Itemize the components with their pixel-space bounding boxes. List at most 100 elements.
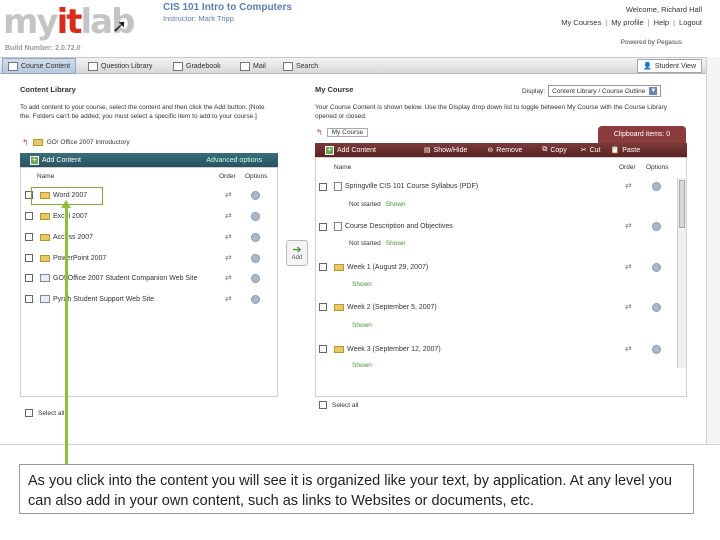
reorder-icon[interactable]: ⇄ — [225, 190, 232, 199]
options-icon[interactable] — [652, 222, 661, 231]
row-checkbox[interactable] — [319, 345, 327, 353]
options-icon[interactable] — [652, 182, 661, 191]
library-select-all[interactable]: Select all — [25, 409, 64, 417]
row-checkbox[interactable] — [25, 254, 33, 262]
tab-course-content[interactable]: Course Content — [2, 58, 77, 74]
select-all-checkbox[interactable] — [319, 401, 327, 409]
options-icon[interactable] — [251, 191, 260, 200]
reorder-icon[interactable]: ⇄ — [225, 253, 232, 262]
show-hide-button[interactable]: ▤ Show/Hide — [424, 146, 468, 155]
remove-button[interactable]: ⊖ Remove — [487, 146, 522, 155]
my-courses-link[interactable]: My Courses — [561, 18, 601, 27]
my-course-title: My Course — [315, 85, 354, 94]
row-checkbox[interactable] — [319, 182, 327, 191]
tab-mail[interactable]: Mail — [240, 61, 266, 72]
list-item[interactable]: Pyrah Student Support Web Site — [25, 295, 154, 303]
caption-box: As you click into the content you will s… — [19, 464, 694, 514]
list-item[interactable]: Course Description and Objectives — [319, 222, 453, 231]
row-checkbox[interactable] — [25, 233, 33, 241]
course-breadcrumb[interactable]: ↰ My Course — [316, 128, 369, 137]
page-scrollbar[interactable] — [706, 57, 720, 444]
library-add-content-button[interactable]: + Add Content — [30, 155, 81, 165]
advanced-options-link[interactable]: Advanced options — [206, 157, 262, 164]
options-icon[interactable] — [251, 212, 260, 221]
cut-button[interactable]: ✂ Cut — [581, 146, 601, 155]
breadcrumb-label: My Course — [326, 128, 369, 137]
document-icon — [334, 222, 342, 231]
folder-icon — [40, 254, 50, 262]
tab-gradebook[interactable]: Gradebook — [173, 61, 221, 72]
course-add-content-button[interactable]: + Add Content — [325, 145, 376, 155]
copy-button[interactable]: ⧉ Copy — [542, 146, 566, 154]
reorder-icon[interactable]: ⇄ — [225, 294, 232, 303]
my-profile-link[interactable]: My profile — [611, 18, 644, 27]
status-shown[interactable]: Shown — [352, 281, 372, 288]
reorder-icon[interactable]: ⇄ — [625, 302, 632, 311]
add-label: Add — [291, 255, 303, 261]
select-all-checkbox[interactable] — [25, 409, 33, 417]
add-content-label: Add Content — [337, 146, 376, 154]
list-item[interactable]: Week 3 (September 12, 2007) — [319, 345, 441, 353]
logout-link[interactable]: Logout — [679, 18, 702, 27]
list-item[interactable]: Access 2007 — [25, 233, 93, 241]
list-item[interactable]: GO! Office 2007 Student Companion Web Si… — [25, 274, 198, 282]
reorder-icon[interactable]: ⇄ — [625, 181, 632, 190]
item-label: GO! Office 2007 Student Companion Web Si… — [53, 274, 198, 282]
library-breadcrumb[interactable]: ↰ GO! Office 2007 Introductory — [22, 138, 130, 147]
row-checkbox[interactable] — [319, 222, 327, 231]
options-icon[interactable] — [251, 295, 260, 304]
back-arrow-icon: ↰ — [316, 128, 323, 137]
row-checkbox[interactable] — [25, 212, 33, 220]
course-list — [315, 157, 687, 397]
question-library-icon — [88, 62, 98, 71]
reorder-icon[interactable]: ⇄ — [625, 221, 632, 230]
folder-icon — [40, 233, 50, 241]
status-shown[interactable]: Shown — [386, 240, 406, 247]
paste-button[interactable]: 📋 Paste — [610, 146, 640, 155]
copy-icon: ⧉ — [542, 146, 548, 153]
show-hide-label: Show/Hide — [433, 146, 468, 154]
chevron-down-icon: ▼ — [649, 87, 658, 95]
powered-by: Powered by Pegasus — [620, 39, 682, 46]
list-item[interactable]: Week 2 (September 5, 2007) — [319, 303, 437, 311]
options-icon[interactable] — [652, 263, 661, 272]
add-to-course-button[interactable]: ➔ Add — [286, 240, 308, 266]
options-icon[interactable] — [251, 233, 260, 242]
course-col-name: Name — [334, 164, 352, 171]
item-label: Excel 2007 — [53, 212, 88, 220]
my-course-description: Your Course Content is shown below. Use … — [315, 104, 668, 120]
options-icon[interactable] — [251, 254, 260, 263]
row-checkbox[interactable] — [25, 295, 33, 303]
mail-icon — [240, 62, 250, 71]
help-link[interactable]: Help — [654, 18, 669, 27]
student-view-button[interactable]: 👤 Student View — [637, 59, 702, 73]
row-checkbox[interactable] — [319, 303, 327, 311]
list-item[interactable]: Week 1 (August 29, 2007) — [319, 263, 428, 271]
instructor-name: Instructor: Mark Tripp — [163, 14, 234, 23]
options-icon[interactable] — [652, 303, 661, 312]
item-label: Week 2 (September 5, 2007) — [347, 303, 437, 311]
scrollbar-thumb[interactable] — [679, 180, 685, 228]
options-icon[interactable] — [652, 345, 661, 354]
list-item[interactable]: Excel 2007 — [25, 212, 88, 220]
tab-label: Mail — [253, 63, 266, 70]
reorder-icon[interactable]: ⇄ — [225, 232, 232, 241]
clipboard-items[interactable]: Clipboard items: 0 — [598, 126, 686, 143]
course-list-scrollbar[interactable] — [677, 178, 686, 368]
row-checkbox[interactable] — [319, 263, 327, 271]
tab-search[interactable]: Search — [283, 61, 318, 72]
select-all-label: Select all — [38, 409, 65, 417]
row-checkbox[interactable] — [25, 274, 33, 282]
status-shown[interactable]: Shown — [352, 362, 372, 369]
tab-question-library[interactable]: Question Library — [88, 61, 152, 72]
status-shown[interactable]: Shown — [352, 322, 372, 329]
reorder-icon[interactable]: ⇄ — [625, 262, 632, 271]
options-icon[interactable] — [251, 274, 260, 283]
reorder-icon[interactable]: ⇄ — [625, 344, 632, 353]
reorder-icon[interactable]: ⇄ — [225, 273, 232, 282]
course-select-all[interactable]: Select all — [319, 401, 358, 409]
status-shown[interactable]: Shown — [386, 201, 406, 208]
list-item[interactable]: Springville CIS 101 Course Syllabus (PDF… — [319, 182, 478, 191]
reorder-icon[interactable]: ⇄ — [225, 211, 232, 220]
display-select[interactable]: Content Library / Course Outline ▼ — [548, 85, 662, 97]
